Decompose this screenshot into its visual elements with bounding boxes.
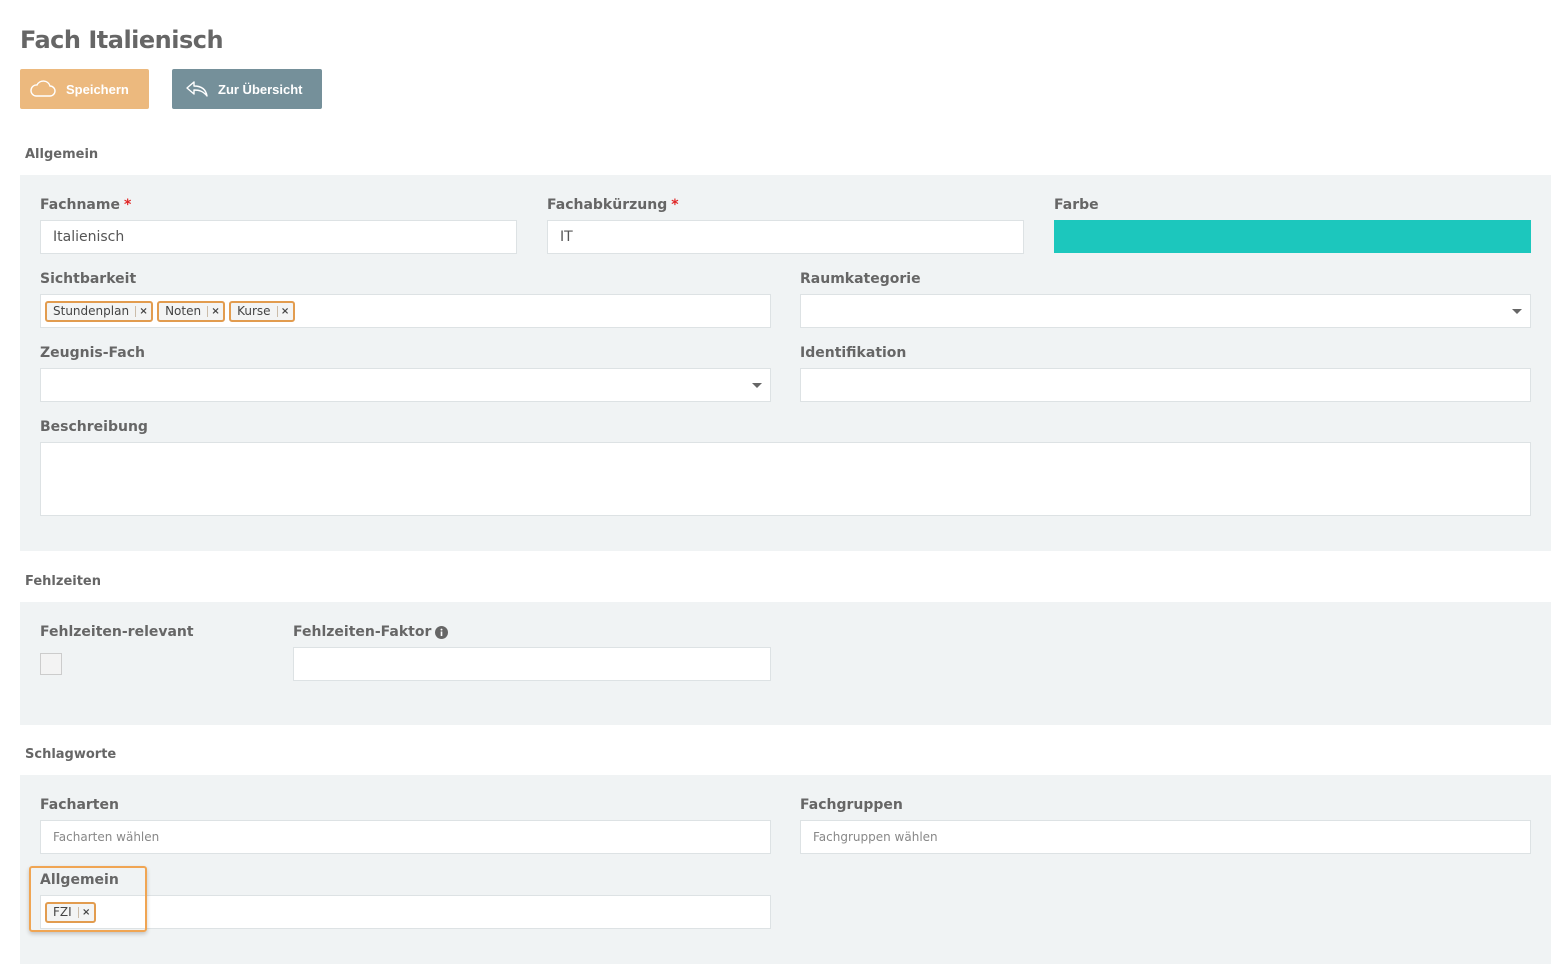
chevron-down-icon (752, 383, 762, 388)
identifikation-label: Identifikation (800, 345, 907, 361)
remove-tag-icon[interactable]: × (207, 305, 223, 317)
fehlzeiten-faktor-label: Fehlzeiten-Faktor (293, 624, 449, 640)
highlight-annotation (29, 866, 147, 932)
sichtbarkeit-multiselect[interactable]: Stundenplan × Noten × Kurse × (40, 294, 771, 328)
zeugnisfach-select[interactable] (40, 368, 771, 402)
facharten-label: Facharten (40, 797, 119, 813)
tag-noten: Noten × (157, 300, 226, 322)
panel-absence (20, 602, 1551, 725)
info-icon[interactable] (435, 625, 449, 639)
required-marker: * (671, 197, 679, 213)
save-button[interactable]: Speichern (20, 69, 149, 109)
fehlzeiten-faktor-input[interactable] (293, 647, 771, 681)
required-marker: * (123, 197, 132, 213)
cloud-icon (28, 80, 58, 98)
color-picker[interactable] (1054, 220, 1531, 253)
fachname-label: Fachname * (40, 197, 132, 213)
fehlzeiten-relevant-checkbox[interactable] (40, 653, 62, 675)
back-label: Zur Übersicht (218, 81, 303, 97)
farbe-label: Farbe (1054, 197, 1099, 213)
beschreibung-label: Beschreibung (40, 419, 148, 435)
save-label: Speichern (66, 81, 129, 97)
fachgruppen-label: Fachgruppen (800, 797, 903, 813)
fachgruppen-input[interactable]: Fachgruppen wählen (800, 820, 1531, 854)
chevron-down-icon (1512, 309, 1522, 314)
raumkategorie-select[interactable] (800, 294, 1531, 328)
section-title-general: Allgemein (25, 147, 99, 162)
section-title-absence: Fehlzeiten (25, 574, 102, 589)
panel-keywords (20, 775, 1551, 964)
zeugnisfach-label: Zeugnis-Fach (40, 345, 145, 361)
facharten-input[interactable]: Facharten wählen (40, 820, 771, 854)
remove-tag-icon[interactable]: × (135, 305, 151, 317)
allgemein-tags-multiselect[interactable]: FZI × (40, 895, 771, 929)
reply-arrow-icon (182, 80, 212, 98)
sichtbarkeit-label: Sichtbarkeit (40, 271, 137, 287)
fachname-input[interactable]: Italienisch (40, 220, 517, 254)
tag-stundenplan: Stundenplan × (45, 300, 154, 322)
page-title: Fach Italienisch (20, 26, 224, 54)
beschreibung-textarea[interactable] (40, 442, 1531, 516)
back-to-overview-button[interactable]: Zur Übersicht (172, 69, 322, 109)
raumkategorie-label: Raumkategorie (800, 271, 921, 287)
remove-tag-icon[interactable]: × (276, 305, 293, 317)
fehlzeiten-relevant-label: Fehlzeiten-relevant (40, 624, 194, 640)
fachabkuerzung-label: Fachabkürzung * (547, 197, 679, 213)
tag-kurse: Kurse × (229, 300, 295, 322)
identifikation-input[interactable] (800, 368, 1531, 402)
fachabkuerzung-input[interactable]: IT (547, 220, 1024, 254)
section-title-keywords: Schlagworte (25, 747, 117, 762)
